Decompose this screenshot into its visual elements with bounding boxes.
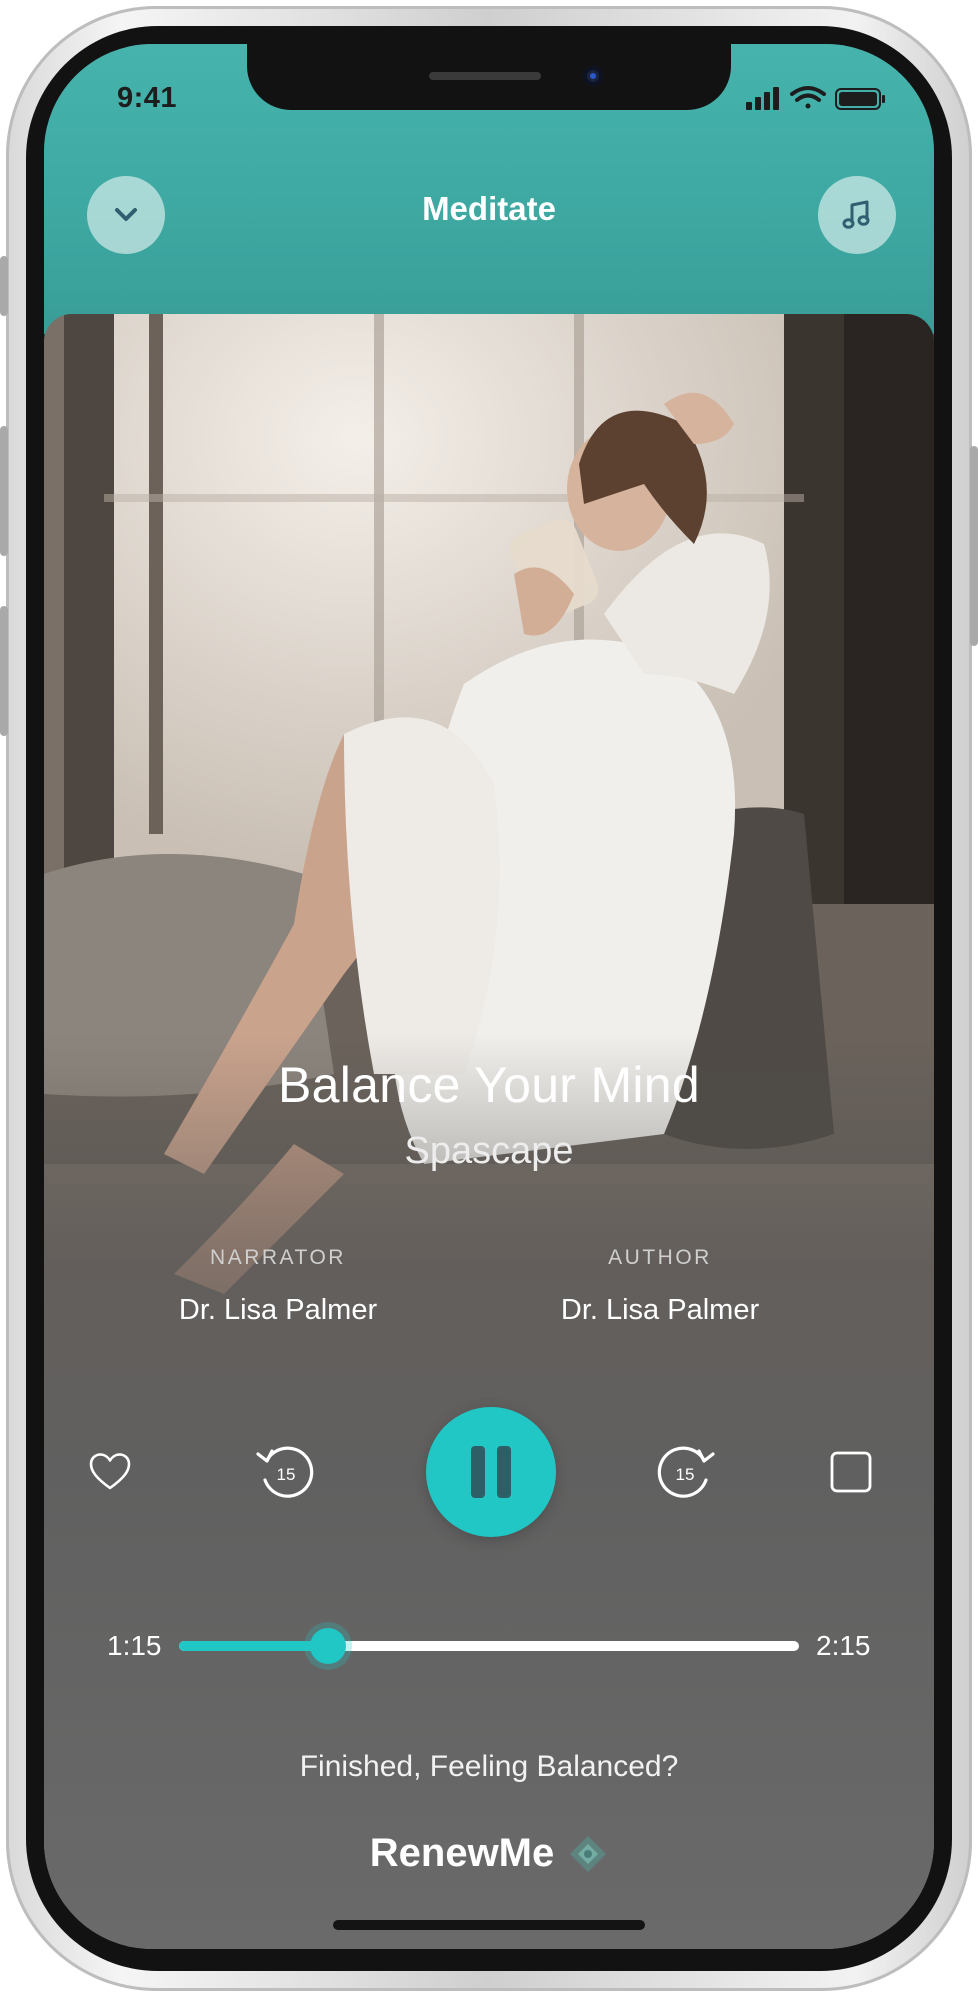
favorite-button[interactable] xyxy=(84,1446,136,1498)
status-time: 9:41 xyxy=(117,82,178,114)
music-button[interactable] xyxy=(818,176,896,254)
narrator-label: NARRATOR xyxy=(210,1246,346,1269)
rewind-15-button[interactable]: 15 xyxy=(253,1440,317,1504)
author-label: AUTHOR xyxy=(608,1246,712,1269)
earpiece-speaker xyxy=(429,72,541,80)
progress-fill xyxy=(179,1641,328,1651)
page-title: Meditate xyxy=(422,190,556,227)
pause-button[interactable] xyxy=(426,1407,556,1537)
mute-switch xyxy=(0,256,8,316)
narrator-info: NARRATOR Dr. Lisa Palmer xyxy=(113,1246,443,1327)
player-header: 9:41 Meditate xyxy=(44,44,934,334)
forward-seconds-label: 15 xyxy=(676,1465,695,1484)
device-notch xyxy=(247,44,731,110)
rewind-15-icon: 15 xyxy=(256,1446,314,1498)
progress-track[interactable] xyxy=(179,1628,799,1664)
track-subtitle: Spascape xyxy=(404,1130,574,1172)
home-indicator xyxy=(333,1920,645,1930)
forward-15-button[interactable]: 15 xyxy=(654,1440,718,1504)
track-title: Balance Your Mind xyxy=(277,1057,701,1113)
stop-button[interactable] xyxy=(827,1448,875,1496)
app-screen: 9:41 Meditate Balance Your Mind Spascape… xyxy=(44,44,934,1949)
brand-name: RenewMe xyxy=(369,1831,555,1875)
wifi-icon xyxy=(790,86,826,109)
progress-thumb[interactable] xyxy=(309,1628,346,1664)
brand-diamond-icon xyxy=(570,1835,607,1872)
narrator-name: Dr. Lisa Palmer xyxy=(178,1294,378,1326)
volume-down-button xyxy=(0,606,8,736)
author-name: Dr. Lisa Palmer xyxy=(560,1294,760,1326)
rewind-seconds-label: 15 xyxy=(277,1465,296,1484)
volume-up-button xyxy=(0,426,8,556)
brand-logo: RenewMe xyxy=(44,1831,934,1876)
stop-icon xyxy=(830,1451,872,1493)
author-info: AUTHOR Dr. Lisa Palmer xyxy=(495,1246,825,1327)
status-icons xyxy=(746,86,885,110)
forward-15-icon: 15 xyxy=(657,1446,715,1498)
front-camera xyxy=(583,66,603,86)
battery-icon xyxy=(835,88,885,110)
finished-prompt[interactable]: Finished, Feeling Balanced? xyxy=(44,1750,934,1784)
heart-icon xyxy=(89,1453,131,1490)
elapsed-time: 1:15 xyxy=(107,1630,162,1661)
cellular-signal-icon xyxy=(746,87,779,110)
music-note-icon xyxy=(842,200,870,229)
pause-icon xyxy=(471,1446,511,1498)
total-time: 2:15 xyxy=(816,1630,871,1661)
power-button xyxy=(970,446,978,646)
